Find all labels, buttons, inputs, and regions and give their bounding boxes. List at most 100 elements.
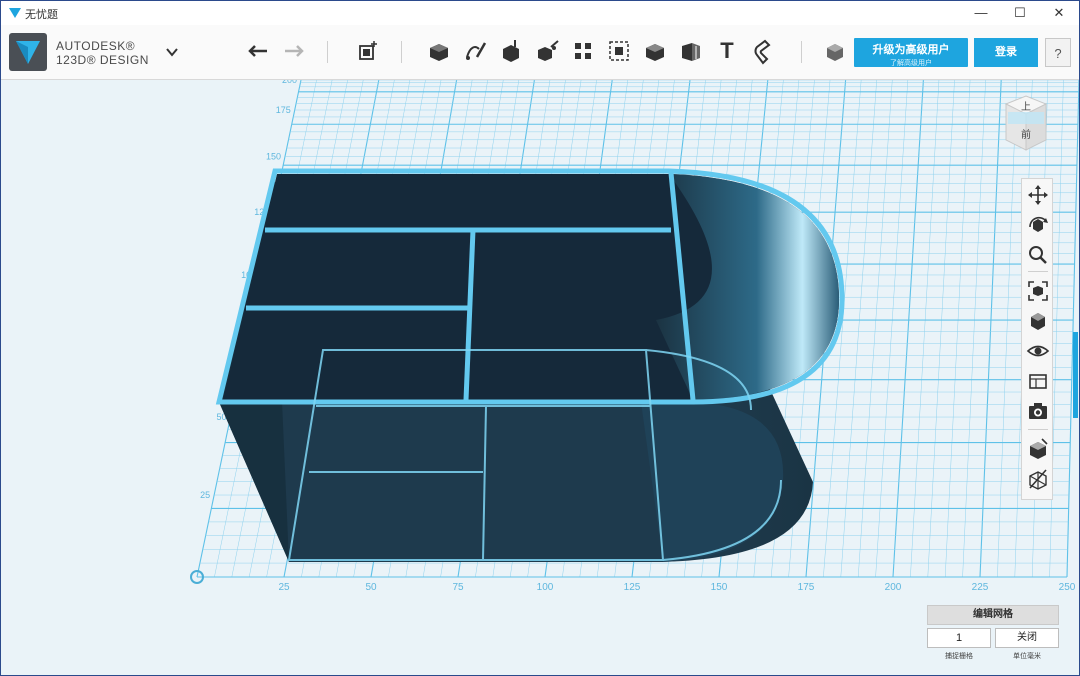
title-bar: 无忧题 — ☐ ✕ — [1, 1, 1079, 25]
grid-line — [997, 80, 1018, 578]
grid-line — [840, 80, 877, 578]
grid-line — [1066, 80, 1079, 578]
material-button[interactable] — [821, 37, 849, 65]
sketch-icon — [430, 44, 448, 61]
snap-value-input[interactable]: 1 — [927, 628, 991, 648]
edit-grid-panel: 编辑网格 1 关闭 捕捉栅格 单位毫米 — [927, 605, 1059, 669]
3d-viewport[interactable]: 2550751001251501752002252502550751001251… — [1, 80, 1079, 675]
construct-button[interactable] — [461, 37, 489, 65]
maximize-button[interactable]: ☐ — [1002, 3, 1038, 23]
grid-line — [944, 80, 971, 578]
model-front-face — [219, 402, 691, 562]
view-cube[interactable]: 上 前 — [1004, 94, 1048, 152]
fit-icon — [1028, 281, 1048, 301]
minimize-button[interactable]: — — [963, 3, 999, 23]
pan-icon — [1028, 185, 1048, 205]
visibility-button[interactable] — [1026, 339, 1050, 363]
viewcube-top-label[interactable]: 上 — [1021, 101, 1031, 113]
app-logo-icon — [9, 8, 21, 18]
nav-divider — [1028, 271, 1048, 272]
modify-icon — [538, 40, 559, 61]
zoom-button[interactable] — [1026, 243, 1050, 267]
modify-icon — [503, 40, 519, 62]
grid-line — [927, 80, 955, 578]
snap-button[interactable] — [749, 37, 777, 65]
main-toolbar: AUTODESK® 123D® DESIGN T 升级为高级用户 了解高级用户 … — [1, 25, 1079, 80]
undo-button[interactable] — [245, 37, 273, 65]
chevron-down-icon[interactable] — [165, 45, 179, 59]
navigation-bar — [1021, 178, 1053, 500]
x-tick-label: 25 — [278, 582, 290, 593]
solid-view-button[interactable] — [1026, 437, 1050, 461]
combine-button[interactable] — [641, 37, 669, 65]
app-window: 无忧题 — ☐ ✕ AUTODESK® 123D® DESIGN T 升级为高级… — [0, 0, 1080, 676]
snap-icon — [754, 39, 771, 65]
product-name: 123D® DESIGN — [56, 53, 149, 67]
y-tick-label: 200 — [282, 80, 297, 85]
upgrade-sublabel: 了解高级用户 — [890, 60, 932, 67]
text-tool-button[interactable]: T — [713, 37, 741, 65]
grid-line — [875, 80, 909, 578]
x-tick-label: 175 — [798, 582, 815, 593]
x-tick-label: 200 — [885, 582, 902, 593]
y-tick-label: 150 — [266, 151, 281, 161]
redo-icon — [285, 45, 304, 57]
pattern-button[interactable] — [569, 37, 597, 65]
undo-icon — [248, 45, 267, 57]
viewcube-front-label[interactable]: 前 — [1021, 128, 1031, 141]
grid-toggle-button[interactable]: 关闭 — [995, 628, 1059, 648]
units-caption: 单位毫米 — [1013, 653, 1041, 660]
x-tick-label: 100 — [537, 582, 554, 593]
grid-line — [857, 80, 893, 578]
measure-button[interactable] — [677, 37, 705, 65]
upgrade-button[interactable]: 升级为高级用户 了解高级用户 — [854, 38, 968, 67]
primitives-icon — [359, 41, 377, 60]
grid-line — [892, 80, 924, 578]
upgrade-label: 升级为高级用户 — [872, 44, 950, 56]
x-tick-label: 225 — [972, 582, 989, 593]
mesh-view-button[interactable] — [1026, 467, 1050, 491]
group-button[interactable] — [605, 37, 633, 65]
app-logo-icon[interactable] — [9, 33, 47, 71]
scrollbar-thumb[interactable] — [1073, 332, 1078, 418]
nav-divider — [1028, 429, 1048, 430]
fit-button[interactable] — [1026, 279, 1050, 303]
pan-button[interactable] — [1026, 183, 1050, 207]
help-button[interactable]: ? — [1045, 38, 1071, 67]
x-tick-label: 50 — [365, 582, 377, 593]
screenshot-button[interactable] — [1026, 399, 1050, 423]
sketch-button[interactable] — [425, 37, 453, 65]
x-tick-label: 75 — [452, 582, 464, 593]
window-title: 无忧题 — [25, 9, 58, 21]
combine-icon — [646, 44, 664, 61]
solid-icon — [1030, 438, 1048, 459]
pattern-icon — [575, 43, 591, 59]
measure-icon — [682, 43, 700, 61]
toolbar-divider — [801, 41, 802, 63]
snap-caption: 捕捉栅格 — [945, 653, 973, 660]
grid-line — [910, 80, 940, 578]
transform-button[interactable] — [533, 37, 561, 65]
y-tick-label: 175 — [276, 105, 291, 115]
orbit-button[interactable] — [1026, 213, 1050, 237]
mesh-icon — [1029, 469, 1047, 490]
y-tick-label: 25 — [200, 490, 210, 500]
close-button[interactable]: ✕ — [1041, 3, 1077, 23]
zoom-icon — [1029, 246, 1047, 264]
brand-name: AUTODESK® — [56, 39, 136, 53]
material-view-button[interactable] — [1026, 369, 1050, 393]
redo-button[interactable] — [279, 37, 307, 65]
view-button[interactable] — [1026, 309, 1050, 333]
login-button[interactable]: 登录 — [974, 38, 1038, 67]
grid-line — [962, 80, 986, 578]
x-tick-label: 125 — [624, 582, 641, 593]
toolbar-divider — [401, 41, 402, 63]
visibility-icon — [1026, 345, 1050, 357]
primitives-button[interactable] — [353, 37, 381, 65]
edit-grid-button[interactable]: 编辑网格 — [927, 605, 1059, 625]
modify-button[interactable] — [497, 37, 525, 65]
x-tick-label: 150 — [711, 582, 728, 593]
scene-canvas[interactable]: 2550751001251501752002252502550751001251… — [1, 80, 1079, 675]
model[interactable] — [215, 168, 845, 562]
x-tick-label: 250 — [1059, 582, 1076, 593]
